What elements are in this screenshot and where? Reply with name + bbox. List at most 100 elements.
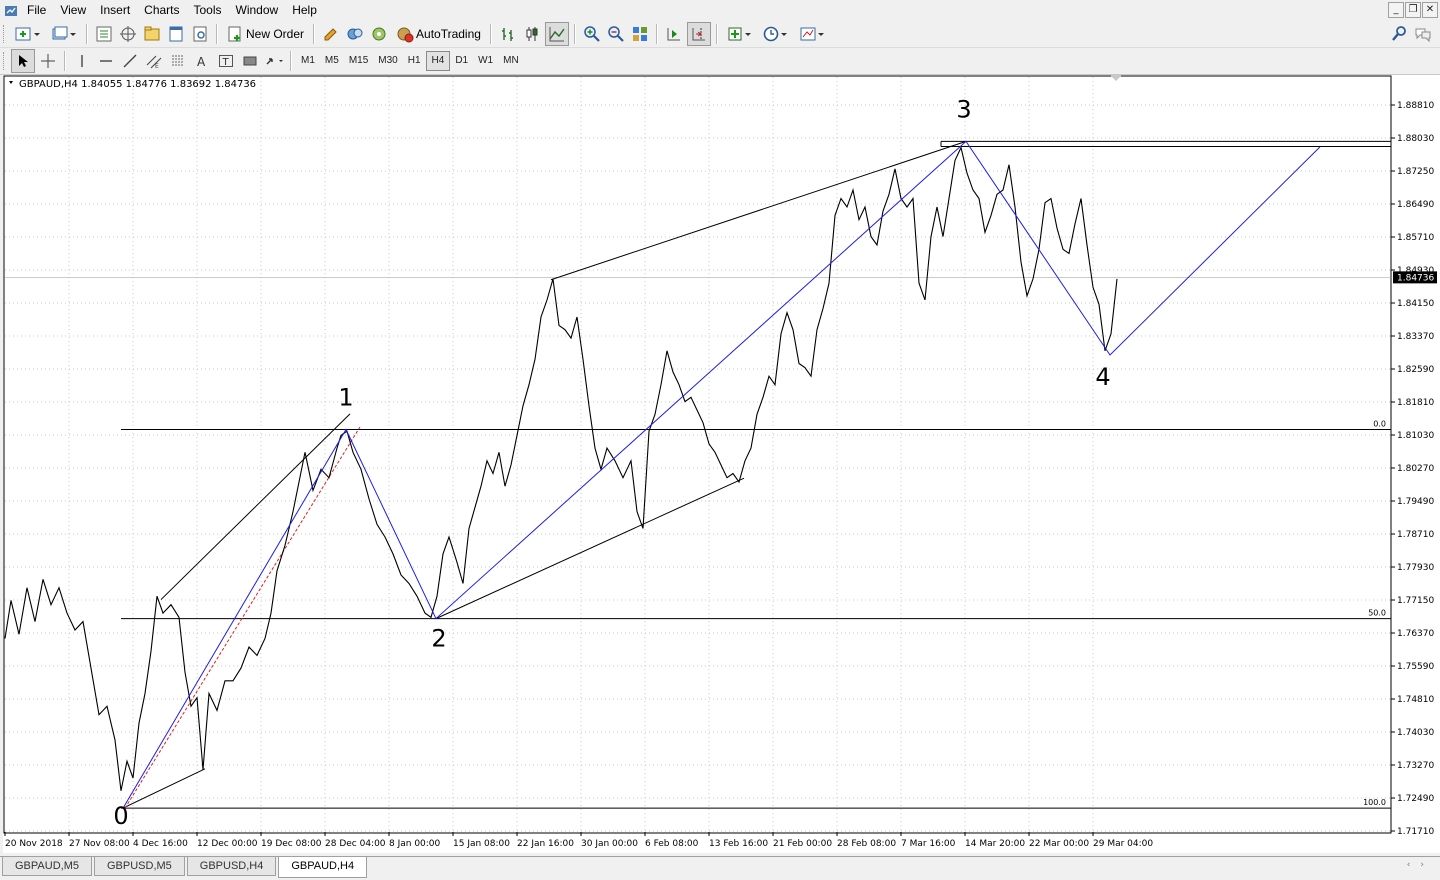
toolbar-separator	[715, 24, 718, 44]
y-tick-label: 1.79490	[1397, 497, 1434, 507]
horizontal-lines	[5, 140, 1391, 809]
wave-label: 4	[1095, 363, 1110, 391]
metaeditor-button[interactable]	[320, 23, 342, 45]
periods-button[interactable]	[759, 23, 793, 45]
profiles-button[interactable]	[47, 23, 81, 45]
x-tick-label: 28 Dec 04:00	[325, 839, 386, 849]
x-tick-label: 20 Nov 2018	[5, 839, 63, 849]
toolbar-separator	[86, 24, 88, 44]
tab-gbpaud-h4[interactable]: GBPAUD,H4	[278, 857, 368, 878]
timeframe-m5[interactable]: M5	[320, 52, 344, 70]
timeframe-d1[interactable]: D1	[450, 52, 473, 70]
y-tick-label: 1.82590	[1397, 365, 1434, 375]
trendline-tool[interactable]	[119, 50, 141, 72]
tab-gbpusd-m5[interactable]: GBPUSD,M5	[93, 857, 185, 876]
timeframe-h4[interactable]: H4	[425, 51, 451, 71]
rectangle-tool[interactable]	[239, 50, 261, 72]
indicators-icon	[728, 27, 751, 41]
fib-label: 0.0	[1373, 420, 1386, 429]
magnifier-page-icon	[193, 26, 207, 42]
menu-insert[interactable]: Insert	[93, 0, 137, 21]
tab-scroll-arrows[interactable]: ‹›	[1407, 860, 1434, 870]
timeframe-m15[interactable]: M15	[344, 52, 373, 70]
tab-gbpusd-h4[interactable]: GBPUSD,H4	[186, 857, 277, 876]
crosshair-tool[interactable]	[37, 50, 59, 72]
autotrading-button[interactable]: AutoTrading	[392, 23, 485, 45]
menu-tools[interactable]: Tools	[187, 0, 229, 21]
navigator-button[interactable]	[141, 23, 163, 45]
wave-label: 1	[338, 384, 353, 412]
equidistant-channel-tool[interactable]: E	[143, 50, 165, 72]
data-window-button[interactable]	[117, 23, 139, 45]
templates-icon	[800, 27, 824, 41]
restore-button[interactable]: ❐	[1405, 2, 1421, 18]
chart-window[interactable]: 0 1 2 3 4 0.0 50.0 100.0 1.88810 1.88030 1.87250…	[3, 75, 1440, 853]
standard-toolbar: New Order AutoTrading	[0, 21, 1440, 48]
new-order-button[interactable]: New Order	[223, 23, 308, 45]
cursor-tool[interactable]	[11, 49, 35, 73]
menu-help[interactable]: Help	[285, 0, 324, 21]
timeframe-h1[interactable]: H1	[403, 52, 426, 70]
drawing-toolbar: E A T M1 M5 M15 M30 H1 H4 D1 W1 MN	[0, 48, 1440, 75]
timeframe-m30[interactable]: M30	[373, 52, 402, 70]
autoscroll-button[interactable]	[663, 23, 685, 45]
fib-level-labels: 0.0 50.0 100.0	[1363, 420, 1386, 808]
toolbar-separator	[313, 24, 316, 44]
trendline	[435, 477, 745, 620]
x-tick-label: 19 Dec 08:00	[261, 839, 322, 849]
indicators-button[interactable]	[723, 23, 757, 45]
menu-window[interactable]: Window	[229, 0, 286, 21]
x-tick-label: 13 Feb 16:00	[709, 839, 768, 849]
new-chart-button[interactable]	[11, 23, 45, 45]
menu-file[interactable]: File	[20, 0, 53, 21]
terminal-button[interactable]	[165, 23, 187, 45]
autotrading-label: AutoTrading	[416, 27, 481, 41]
y-tick-label: 1.80270	[1397, 464, 1434, 474]
search-button[interactable]	[1388, 23, 1410, 45]
profiles-icon	[52, 26, 76, 40]
tab-gbpaud-m5[interactable]: GBPAUD,M5	[2, 857, 92, 876]
tile-windows-button[interactable]	[629, 23, 651, 45]
y-tick-label: 1.72490	[1397, 794, 1434, 804]
market-button[interactable]	[368, 23, 390, 45]
text-label-tool[interactable]: T	[215, 50, 237, 72]
toolbar-separator	[489, 24, 492, 44]
chart-shift-button[interactable]	[686, 22, 711, 46]
signals-button[interactable]	[344, 23, 366, 45]
menu-charts[interactable]: Charts	[137, 0, 186, 21]
y-tick-label: 1.77150	[1397, 596, 1434, 606]
autotrading-icon	[397, 27, 414, 43]
fib-label: 100.0	[1363, 798, 1386, 807]
trendline	[550, 140, 967, 281]
line-chart-button[interactable]	[544, 22, 569, 46]
toolbar-separator	[290, 51, 292, 71]
horizontal-line-tool[interactable]	[95, 50, 117, 72]
x-tick-label: 14 Mar 20:00	[965, 839, 1025, 849]
y-tick-label: 1.88030	[1397, 134, 1434, 144]
menu-view[interactable]: View	[53, 0, 93, 21]
timeframe-m1[interactable]: M1	[296, 52, 320, 70]
zoom-out-button[interactable]	[605, 23, 627, 45]
chat-button[interactable]	[1412, 23, 1434, 45]
templates-button[interactable]	[795, 23, 829, 45]
text-tool[interactable]: A	[191, 50, 213, 72]
vertical-line-tool[interactable]	[71, 50, 93, 72]
timeframe-w1[interactable]: W1	[473, 52, 498, 70]
zoom-in-button[interactable]	[581, 23, 603, 45]
market-watch-button[interactable]	[93, 23, 115, 45]
x-tick-label: 4 Dec 16:00	[133, 839, 188, 849]
price-chart[interactable]: 0 1 2 3 4 0.0 50.0 100.0 1.88810 1.88030 1.87250…	[3, 75, 1440, 853]
strategy-tester-button[interactable]	[189, 23, 211, 45]
bar-chart-button[interactable]	[497, 23, 519, 45]
timeframe-mn[interactable]: MN	[498, 52, 524, 70]
vertical-line-icon	[81, 55, 83, 67]
arrows-tool[interactable]	[263, 50, 285, 72]
symbol-dropdown-icon	[9, 81, 13, 84]
y-tick-label: 1.74810	[1397, 695, 1434, 705]
close-button[interactable]: ✕	[1422, 2, 1438, 18]
autoscroll-icon	[667, 28, 680, 41]
minimize-button[interactable]: _	[1388, 2, 1404, 18]
candlestick-button[interactable]	[521, 23, 543, 45]
y-tick-label: 1.71710	[1397, 827, 1434, 837]
fibonacci-tool[interactable]	[167, 50, 189, 72]
